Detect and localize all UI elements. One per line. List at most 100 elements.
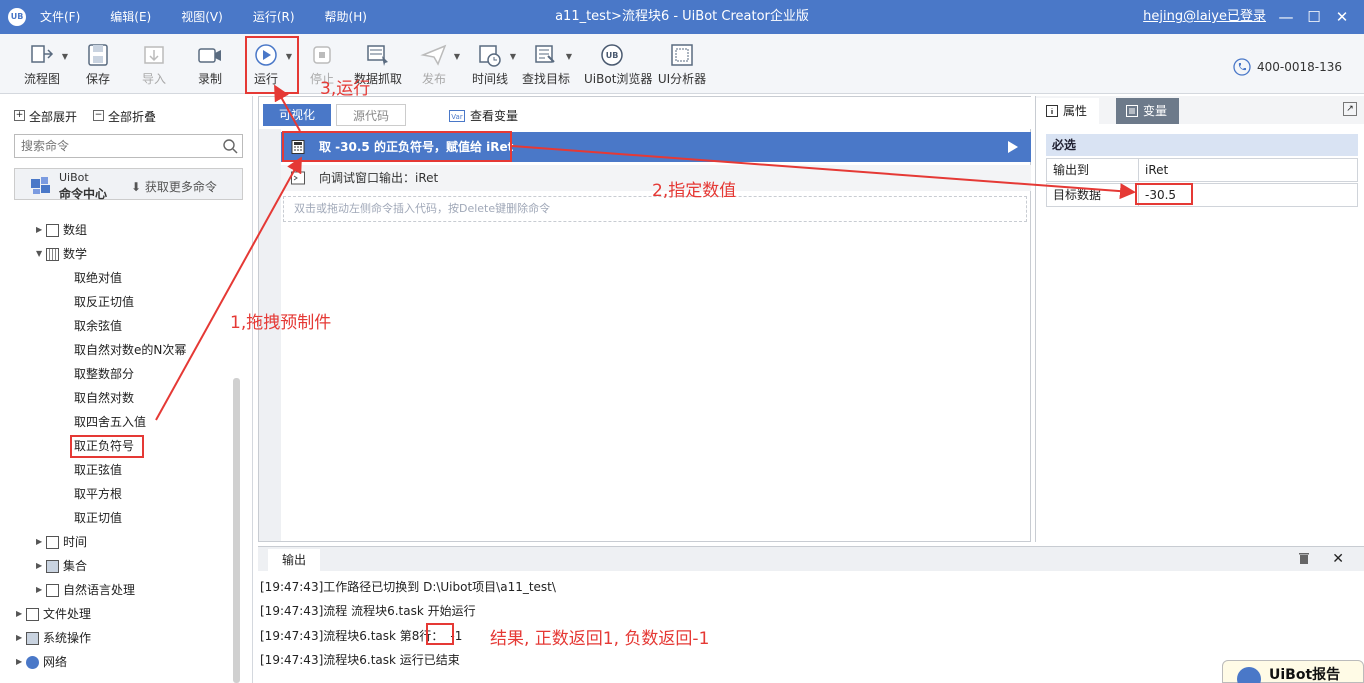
close-icon[interactable]: ✕: [1332, 549, 1344, 569]
collapse-all-label: 全部折叠: [108, 110, 157, 124]
calculator-icon: [291, 140, 305, 154]
tree-node-label: 网络: [43, 655, 68, 669]
tree-node-label: 文件处理: [43, 607, 92, 621]
uibot-browser-button[interactable]: UB UiBot浏览器: [584, 40, 652, 88]
tree-node-label: 时间: [63, 535, 88, 549]
save-label: 保存: [85, 72, 110, 86]
tree-node-network[interactable]: ▶ 网络: [16, 650, 67, 674]
svg-text:UB: UB: [606, 51, 619, 60]
timeline-button[interactable]: 时间线 ▼: [462, 40, 518, 88]
command-panel-scrollbar[interactable]: [233, 378, 240, 683]
tree-node-time[interactable]: ▶ 时间: [36, 530, 87, 554]
save-icon: [88, 44, 108, 66]
tree-node-math[interactable]: ▼ 数学: [36, 242, 87, 266]
property-target-value[interactable]: -30.5: [1139, 184, 1357, 206]
minimize-button[interactable]: —: [1272, 0, 1300, 34]
command-atan[interactable]: 取反正切值: [74, 290, 134, 314]
tree-node-nlp[interactable]: ▶ 自然语言处理: [36, 578, 135, 602]
menu-help[interactable]: 帮助(H): [325, 0, 367, 34]
output-header: 输出 ✕: [258, 547, 1364, 571]
view-variables-button[interactable]: Var 查看变量: [449, 107, 518, 124]
tree-node-file[interactable]: ▶ 文件处理: [16, 602, 91, 626]
window-controls: — ☐ ✕: [1272, 0, 1356, 34]
collapse-all-button[interactable]: − 全部折叠: [93, 108, 156, 125]
tree-node-set[interactable]: ▶ 集合: [36, 554, 87, 578]
command-sin[interactable]: 取正弦值: [74, 458, 122, 482]
uibot-report-widget[interactable]: UiBot报告: [1222, 660, 1364, 683]
command-sqrt[interactable]: 取平方根: [74, 482, 122, 506]
statement-sgn[interactable]: 取 -30.5 的正负符号，赋值给 iRet: [281, 132, 1031, 162]
menu-edit[interactable]: 编辑(E): [110, 0, 151, 34]
tab-variables-label: 变量: [1143, 104, 1168, 118]
tab-visual[interactable]: 可视化: [263, 104, 332, 126]
import-icon: [144, 46, 164, 64]
calendar-icon: [46, 535, 59, 549]
log-text: [19:47:43]工作路径已切换到 D:\Uibot项目\a11_test\: [260, 580, 556, 594]
chevron-down-icon[interactable]: ▼: [286, 52, 292, 61]
chevron-right-icon: ▶: [16, 657, 23, 666]
tree-node-array[interactable]: ▶ 数组: [36, 218, 87, 242]
stop-icon: [313, 46, 331, 64]
command-cos[interactable]: 取余弦值: [74, 314, 122, 338]
menu-file[interactable]: 文件(F): [40, 0, 80, 34]
report-logo-icon: [1237, 667, 1261, 683]
run-button[interactable]: 运行 ▼: [238, 40, 294, 88]
record-button[interactable]: 录制: [182, 40, 238, 88]
command-log[interactable]: 取自然对数: [74, 386, 134, 410]
chevron-down-icon[interactable]: ▼: [454, 52, 460, 61]
expand-all-button[interactable]: + 全部展开: [14, 108, 77, 125]
tab-source[interactable]: 源代码: [336, 104, 407, 126]
property-key: 输出到: [1047, 159, 1139, 181]
record-label: 录制: [197, 72, 222, 86]
command-center-icon: [31, 177, 50, 194]
flowchart-button[interactable]: 流程图 ▼: [14, 40, 70, 88]
chevron-down-icon[interactable]: ▼: [62, 52, 68, 61]
command-center-button[interactable]: UiBot 命令中心 ⬇ 获取更多命令: [14, 168, 243, 201]
search-icon[interactable]: [222, 138, 238, 154]
command-search-input[interactable]: [15, 135, 210, 157]
globe-icon: [26, 655, 39, 669]
code-editor: 可视化 源代码 Var 查看变量 取 -30.5 的正负符号，赋值给 iRet …: [258, 96, 1032, 542]
close-window-button[interactable]: ✕: [1328, 0, 1356, 34]
command-abs[interactable]: 取绝对值: [74, 266, 122, 290]
output-panel: 输出 ✕ [19:47:43]工作路径已切换到 D:\Uibot项目\a11_t…: [258, 546, 1364, 683]
tab-variables[interactable]: 变量: [1116, 98, 1180, 124]
get-more-label: 获取更多命令: [144, 180, 217, 194]
play-icon[interactable]: [1007, 140, 1019, 154]
chevron-down-icon: ▼: [36, 249, 43, 258]
get-more-commands[interactable]: ⬇ 获取更多命令: [131, 178, 217, 195]
tree-node-system[interactable]: ▶ 系统操作: [16, 626, 91, 650]
menu-view[interactable]: 视图(V): [181, 0, 223, 34]
ui-analyzer-icon: [671, 44, 693, 66]
uibot-logo: UB: [8, 8, 26, 26]
tab-output[interactable]: 输出: [268, 549, 321, 571]
log-text: [19:47:43]流程 流程块6.task 开始运行: [260, 604, 476, 618]
command-tan[interactable]: 取正切值: [74, 506, 122, 530]
command-sgn[interactable]: 取正负符号: [74, 434, 134, 458]
find-target-button[interactable]: 查找目标 ▼: [518, 40, 574, 88]
maximize-button[interactable]: ☐: [1300, 0, 1328, 34]
variable-icon: Var: [449, 109, 465, 122]
import-button[interactable]: 导入: [126, 40, 182, 88]
command-exp[interactable]: 取自然对数e的N次幂: [74, 338, 186, 362]
tab-properties[interactable]: 属性: [1036, 98, 1100, 124]
phone-icon: [1233, 58, 1251, 76]
trash-icon[interactable]: [1298, 552, 1310, 565]
property-output-value[interactable]: iRet: [1139, 159, 1357, 181]
editor-gutter: [259, 129, 281, 541]
command-round[interactable]: 取四舍五入值: [74, 410, 146, 434]
chevron-down-icon[interactable]: ▼: [566, 52, 572, 61]
ui-analyzer-button[interactable]: UI分析器: [654, 40, 710, 88]
expand-panel-icon[interactable]: ↗: [1343, 102, 1357, 116]
uibot-creator-window: UB 文件(F) 编辑(E) 视图(V) 运行(R) 帮助(H) a11_tes…: [0, 0, 1364, 683]
save-button[interactable]: 保存: [70, 40, 126, 88]
annotation-step3: 3,运行: [320, 79, 371, 99]
publish-button[interactable]: 发布 ▼: [406, 40, 462, 88]
variable-table-icon: [1126, 105, 1138, 117]
user-login-link[interactable]: hejing@laiye已登录: [1143, 0, 1266, 34]
menu-run[interactable]: 运行(R): [253, 0, 295, 34]
chevron-down-icon[interactable]: ▼: [510, 52, 516, 61]
record-icon: [198, 48, 221, 63]
command-int[interactable]: 取整数部分: [74, 362, 134, 386]
log-line: [19:47:43]流程块6.task 运行已结束: [260, 651, 460, 668]
